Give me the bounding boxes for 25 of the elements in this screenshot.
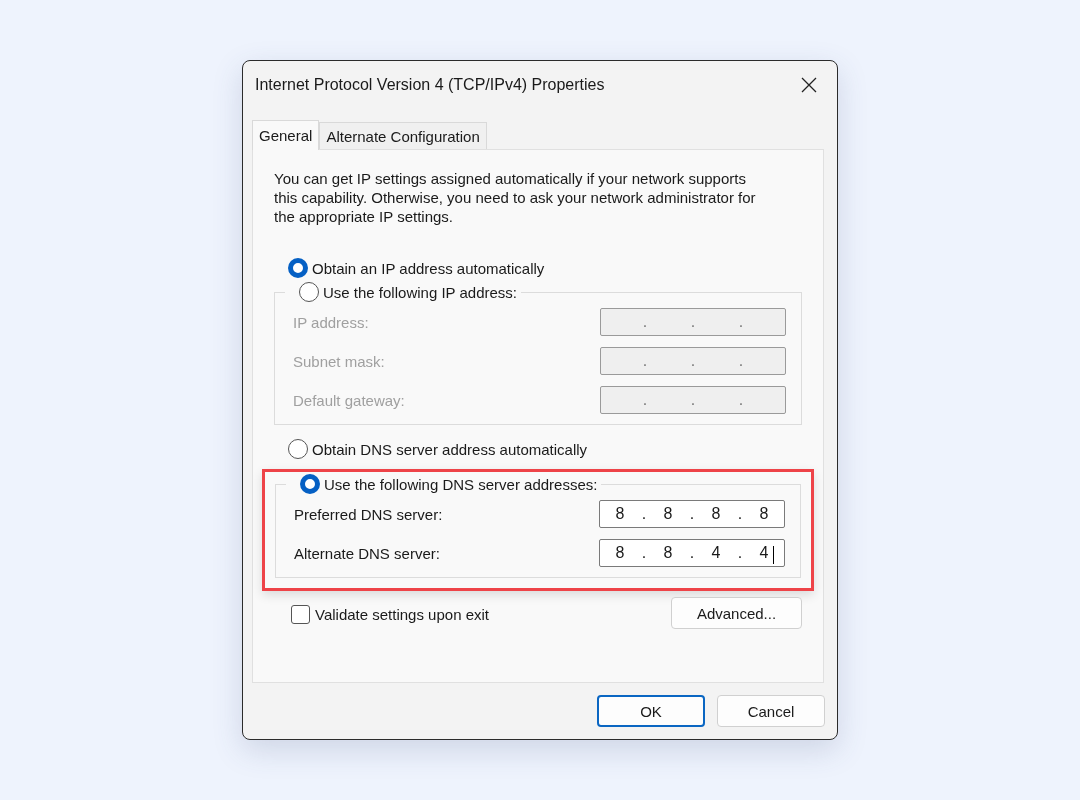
close-icon	[801, 77, 817, 93]
dialog-button[interactable]: OK	[597, 695, 705, 727]
ip-address-field[interactable]: 8 . 8 . 8 . 8	[599, 500, 785, 528]
field-label: Default gateway:	[293, 391, 405, 409]
field-label: Preferred DNS server:	[294, 505, 443, 523]
radio-option[interactable]: Use the following DNS server addresses:	[286, 472, 598, 496]
advanced-button[interactable]: Advanced...	[671, 597, 802, 629]
checkbox-icon	[291, 605, 310, 624]
radio-option[interactable]: Obtain DNS server address automatically	[274, 437, 802, 461]
radio-option[interactable]: Use the following IP address:	[285, 280, 517, 304]
validate-checkbox[interactable]: Validate settings upon exit	[291, 605, 489, 624]
dialog-button[interactable]: Cancel	[717, 695, 825, 727]
field-label: Subnet mask:	[293, 352, 385, 370]
ip-address-field[interactable]: 8 . 8 . 4 . 4	[599, 539, 785, 567]
radio-option[interactable]: Obtain an IP address automatically	[274, 256, 802, 280]
tab[interactable]: Alternate Configuration	[319, 122, 487, 149]
tab[interactable]: General	[252, 120, 320, 150]
radio-icon	[299, 282, 319, 302]
radio-icon	[300, 474, 320, 494]
field-label: Alternate DNS server:	[294, 544, 440, 562]
field-label: IP address:	[293, 313, 369, 331]
radio-icon	[288, 439, 308, 459]
radio-icon	[288, 258, 308, 278]
window-title: Internet Protocol Version 4 (TCP/IPv4) Properties	[255, 76, 605, 94]
description-text: You can get IP settings assigned automatically if your network supports this capability. Otherwise, you need to ask your network administrator for the appropriate IP settings.	[274, 169, 757, 226]
